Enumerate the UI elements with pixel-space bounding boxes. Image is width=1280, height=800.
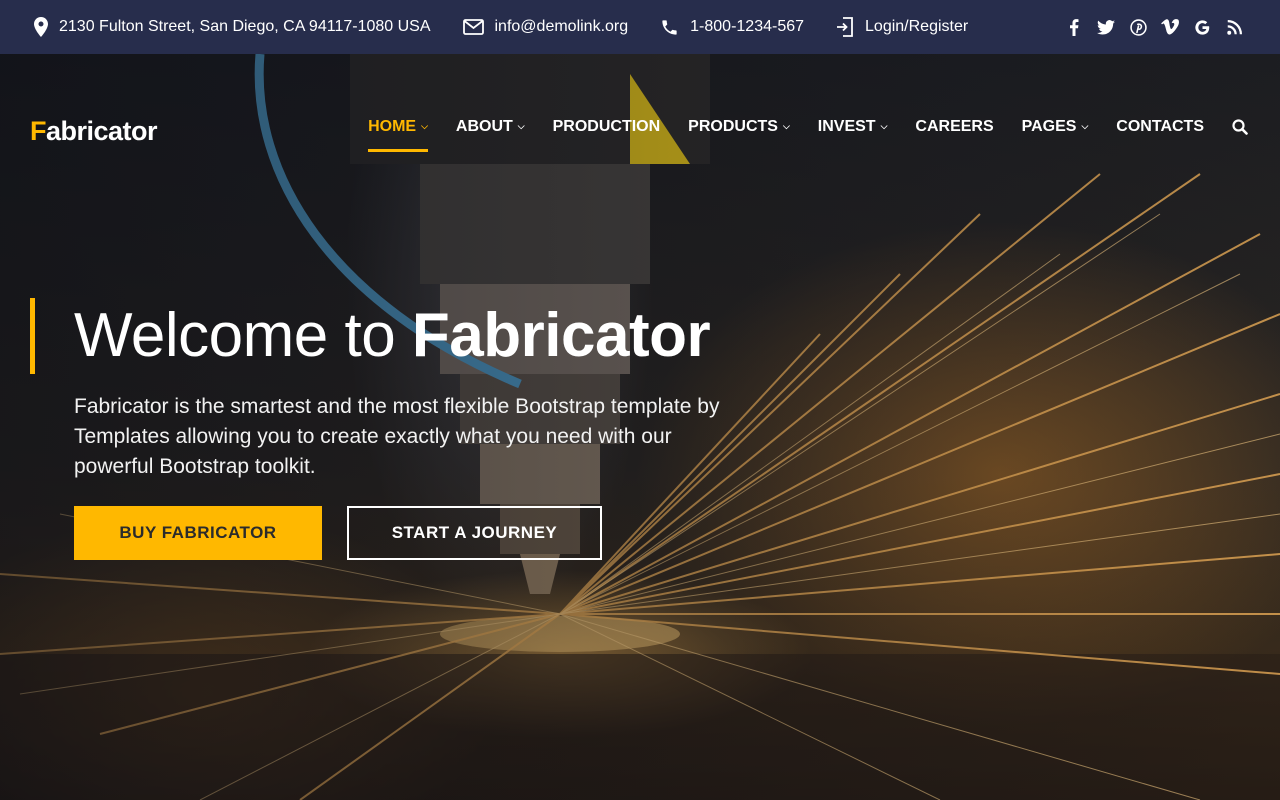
chevron-down-icon: ⌵ <box>782 120 790 131</box>
social-links <box>1058 11 1250 43</box>
hero-title-bold: Fabricator <box>411 301 711 370</box>
nav-label: ABOUT <box>455 118 513 135</box>
mail-icon <box>462 19 484 35</box>
hero-description: Fabricator is the smartest and the most … <box>74 395 720 478</box>
hero-title: Welcome to Fabricator <box>74 296 750 376</box>
search-button[interactable] <box>1232 119 1248 135</box>
start-journey-button[interactable]: START A JOURNEY <box>347 506 602 560</box>
nav-label: CONTACTS <box>1116 118 1204 135</box>
nav-item-home[interactable]: HOME ⌵ <box>368 118 428 152</box>
phone-link[interactable]: 1-800-1234-567 <box>690 18 804 36</box>
google-icon[interactable] <box>1186 11 1218 43</box>
location-pin-icon <box>34 17 48 37</box>
nav-label: PRODUCTION <box>552 118 661 135</box>
nav-item-invest[interactable]: INVEST ⌵ <box>818 118 888 136</box>
email-link[interactable]: info@demolink.org <box>495 18 629 36</box>
buy-fabricator-button[interactable]: BUY FABRICATOR <box>74 506 322 560</box>
pinterest-icon[interactable] <box>1122 11 1154 43</box>
top-bar: 2130 Fulton Street, San Diego, CA 94117-… <box>0 0 1280 54</box>
nav-item-pages[interactable]: PAGES ⌵ <box>1022 118 1089 136</box>
hero-buttons: BUY FABRICATOR START A JOURNEY <box>74 506 750 560</box>
primary-nav: HOME ⌵ ABOUT ⌵ PRODUCTION PRODUCTS ⌵ INVEST… <box>340 118 1248 152</box>
facebook-icon[interactable] <box>1058 11 1090 43</box>
nav-item-contacts[interactable]: CONTACTS <box>1116 118 1204 136</box>
address-info: 2130 Fulton Street, San Diego, CA 94117-… <box>34 17 431 37</box>
chevron-down-icon: ⌵ <box>421 120 428 131</box>
title-accent-bar <box>30 298 35 374</box>
phone-icon <box>662 19 677 35</box>
rss-icon[interactable] <box>1218 11 1250 43</box>
nav-label: PAGES <box>1021 118 1077 135</box>
chevron-down-icon: ⌵ <box>517 120 525 131</box>
search-icon <box>1232 119 1248 135</box>
site-logo[interactable]: Fabricator <box>30 116 158 147</box>
nav-label: PRODUCTS <box>688 118 778 135</box>
vimeo-icon[interactable] <box>1154 11 1186 43</box>
twitter-icon[interactable] <box>1090 11 1122 43</box>
nav-item-products[interactable]: PRODUCTS ⌵ <box>688 118 790 136</box>
logo-first-letter: F <box>30 116 47 146</box>
chevron-down-icon: ⌵ <box>880 120 888 131</box>
email-info[interactable]: info@demolink.org <box>462 18 629 36</box>
hero-content: Welcome to Fabricator Fabricator is the … <box>30 296 750 560</box>
nav-label: CAREERS <box>915 118 994 135</box>
nav-item-about[interactable]: ABOUT ⌵ <box>456 118 525 136</box>
logo-rest: abricator <box>46 116 158 146</box>
login-icon <box>837 17 853 37</box>
chevron-down-icon: ⌵ <box>1081 120 1089 131</box>
nav-item-production[interactable]: PRODUCTION <box>553 118 661 136</box>
nav-label: HOME <box>368 118 417 135</box>
hero-title-light: Welcome to <box>74 301 412 370</box>
nav-label: INVEST <box>817 118 876 135</box>
main-navbar: Fabricator HOME ⌵ ABOUT ⌵ PRODUCTION PRODU… <box>0 54 1280 204</box>
address-text: 2130 Fulton Street, San Diego, CA 94117-… <box>59 18 431 35</box>
phone-info[interactable]: 1-800-1234-567 <box>660 18 804 37</box>
nav-item-careers[interactable]: CAREERS <box>915 118 993 136</box>
login-register-link[interactable]: Login/Register <box>865 18 968 36</box>
login-info[interactable]: Login/Register <box>836 17 968 37</box>
